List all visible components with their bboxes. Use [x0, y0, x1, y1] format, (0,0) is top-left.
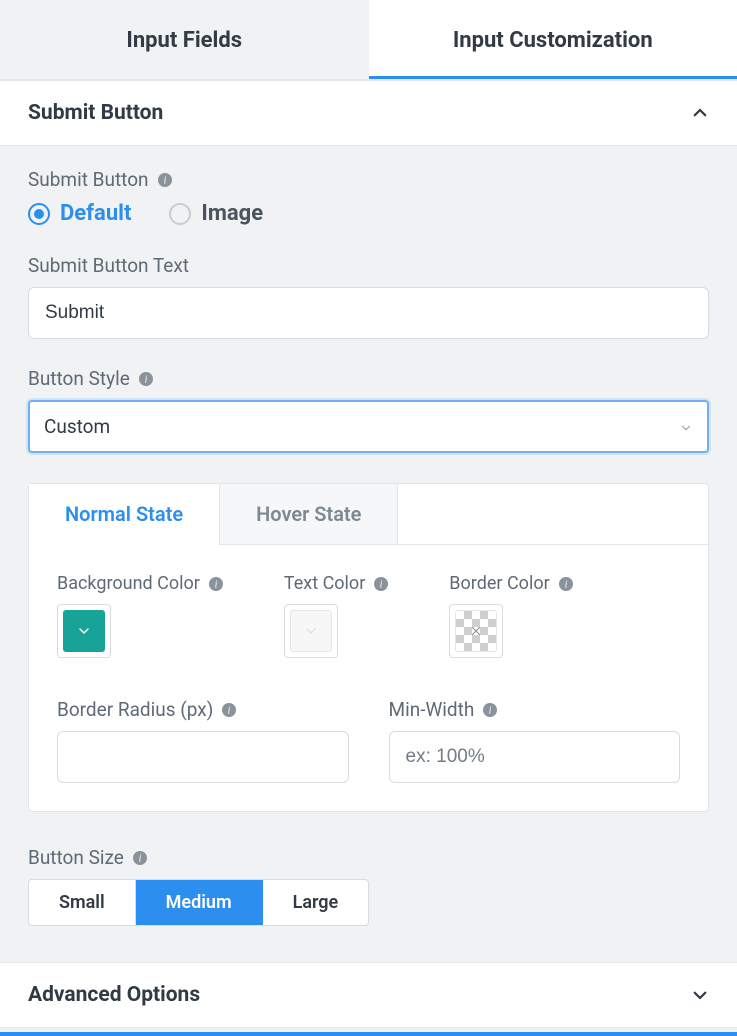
tab-normal-state[interactable]: Normal State: [29, 484, 220, 544]
label-text: Submit Button Text: [28, 254, 189, 277]
label-text: Button Size: [28, 846, 124, 869]
info-icon[interactable]: i: [208, 576, 224, 592]
accordion-advanced-options[interactable]: Advanced Options: [0, 962, 737, 1028]
accordion-submit-button[interactable]: Submit Button: [0, 80, 737, 146]
accordion-submit-button-title: Submit Button: [28, 101, 163, 125]
text-color-field: Text Color i: [284, 573, 389, 658]
background-color-field: Background Color i: [57, 573, 224, 658]
svg-text:i: i: [489, 705, 492, 716]
text-color-swatch[interactable]: [284, 604, 338, 658]
submit-button-text-label: Submit Button Text: [28, 254, 709, 277]
accordion-advanced-options-title: Advanced Options: [28, 983, 200, 1007]
button-size-field: Button Size i Small Medium Large: [28, 846, 709, 926]
svg-text:i: i: [138, 853, 141, 864]
border-radius-input[interactable]: [57, 731, 349, 783]
info-icon[interactable]: i: [558, 576, 574, 592]
radio-image[interactable]: Image: [169, 201, 263, 226]
radio-image-label: Image: [201, 201, 263, 226]
size-small[interactable]: Small: [29, 880, 136, 925]
button-style-value: Custom: [28, 400, 709, 453]
info-icon[interactable]: i: [157, 172, 173, 188]
info-icon[interactable]: i: [482, 702, 498, 718]
state-card-body: Background Color i Text Color: [29, 545, 708, 811]
button-style-label: Button Style i: [28, 367, 709, 390]
svg-text:i: i: [163, 175, 166, 186]
color-swatch-icon: [455, 610, 497, 652]
radio-icon: [28, 203, 50, 225]
radio-default-label: Default: [60, 201, 131, 226]
info-icon[interactable]: i: [132, 850, 148, 866]
label-text: Background Color: [57, 573, 200, 594]
color-swatch-icon: [63, 610, 105, 652]
tab-input-fields[interactable]: Input Fields: [0, 0, 369, 79]
label-text: Min-Width: [389, 698, 475, 721]
submit-button-text-input[interactable]: [28, 287, 709, 339]
size-large[interactable]: Large: [263, 880, 369, 925]
submit-button-type-label: Submit Button i: [28, 168, 709, 191]
label-text: Border Color: [449, 573, 549, 594]
label-text: Submit Button: [28, 168, 149, 191]
tab-hover-state[interactable]: Hover State: [220, 484, 398, 544]
svg-text:i: i: [144, 374, 147, 385]
label-text: Button Style: [28, 367, 130, 390]
background-color-swatch[interactable]: [57, 604, 111, 658]
info-icon[interactable]: i: [221, 702, 237, 718]
button-size-group: Small Medium Large: [28, 879, 369, 926]
radio-default[interactable]: Default: [28, 201, 131, 226]
svg-text:i: i: [380, 579, 383, 590]
submit-button-type-radios: Default Image: [28, 201, 709, 226]
tab-input-customization[interactable]: Input Customization: [369, 0, 737, 79]
submit-button-section: Submit Button i Default Image Submit But…: [0, 146, 737, 962]
chevron-down-icon: [691, 986, 709, 1004]
button-state-card: Normal State Hover State Background Colo…: [28, 483, 709, 812]
label-text: Text Color: [284, 573, 365, 594]
svg-text:i: i: [564, 579, 567, 590]
bottom-accent-bar: [0, 1032, 737, 1036]
info-icon[interactable]: i: [373, 576, 389, 592]
settings-tabs: Input Fields Input Customization: [0, 0, 737, 80]
min-width-field: Min-Width i: [389, 698, 681, 783]
label-text: Border Radius (px): [57, 698, 213, 721]
radio-icon: [169, 203, 191, 225]
size-medium[interactable]: Medium: [136, 880, 263, 925]
svg-text:i: i: [228, 705, 231, 716]
border-radius-field: Border Radius (px) i: [57, 698, 349, 783]
color-swatch-icon: [290, 610, 332, 652]
chevron-up-icon: [691, 104, 709, 122]
min-width-input[interactable]: [389, 731, 681, 783]
state-tabs: Normal State Hover State: [29, 484, 708, 545]
button-style-select[interactable]: Custom: [28, 400, 709, 453]
border-color-swatch[interactable]: [449, 604, 503, 658]
svg-text:i: i: [214, 579, 217, 590]
border-color-field: Border Color i: [449, 573, 573, 658]
info-icon[interactable]: i: [138, 371, 154, 387]
